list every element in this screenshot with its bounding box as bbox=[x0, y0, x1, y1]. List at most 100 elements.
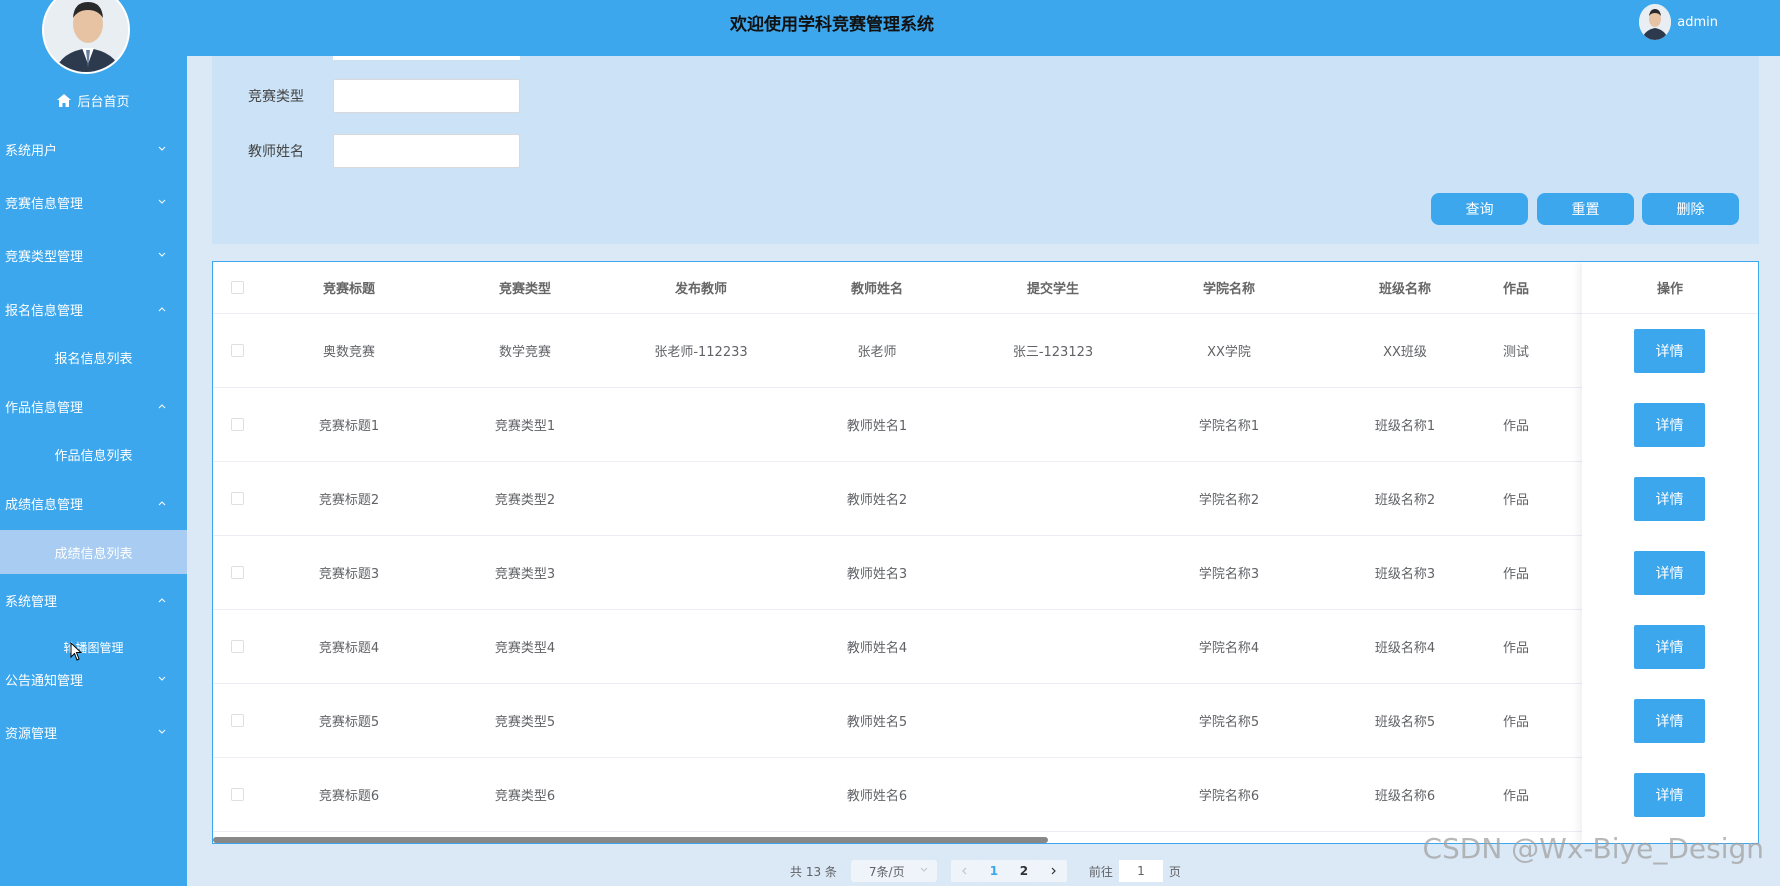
horizontal-scrollbar[interactable] bbox=[213, 837, 1048, 843]
next-page-button[interactable] bbox=[1038, 860, 1067, 882]
total-count: 共 13 条 bbox=[790, 864, 837, 879]
table-cell: XX班级 bbox=[1383, 345, 1427, 360]
submenu-carousel[interactable]: 轮播图管理 bbox=[0, 632, 187, 662]
top-header: 欢迎使用学科竞赛管理系统 admin bbox=[187, 0, 1780, 56]
menu-label: 系统管理 bbox=[5, 594, 58, 610]
detail-button[interactable]: 详情 bbox=[1634, 403, 1705, 447]
chevron-down-icon bbox=[157, 144, 167, 154]
chevron-down-icon bbox=[157, 727, 167, 737]
detail-button[interactable]: 详情 bbox=[1634, 329, 1705, 373]
menu-label: 报名信息管理 bbox=[5, 303, 84, 319]
submenu-works-list[interactable]: 作品信息列表 bbox=[0, 439, 187, 469]
table-cell: 测试 bbox=[1503, 345, 1530, 360]
table-cell: 竞赛类型5 bbox=[494, 715, 556, 730]
row-checkbox[interactable] bbox=[230, 492, 244, 505]
detail-button[interactable]: 详情 bbox=[1634, 625, 1705, 669]
row-checkbox[interactable] bbox=[230, 788, 244, 801]
menu-announcements[interactable]: 公告通知管理 bbox=[0, 664, 187, 694]
table-cell bbox=[965, 462, 1141, 535]
table-cell: 教师姓名4 bbox=[846, 641, 908, 656]
menu-scores[interactable]: 成绩信息管理 bbox=[0, 488, 187, 518]
row-checkbox[interactable] bbox=[230, 566, 244, 579]
chevron-up-icon bbox=[157, 595, 167, 605]
table-cell bbox=[613, 610, 789, 683]
table-row: 竞赛标题4 竞赛类型4 教师姓名4 学院名称4 班级名称4 作品 bbox=[213, 610, 1758, 684]
table-row: 竞赛标题6 竞赛类型6 教师姓名6 学院名称6 班级名称6 作品 bbox=[213, 758, 1758, 832]
header-cell[interactable]: 班级名称 bbox=[1317, 262, 1493, 313]
row-select-cell bbox=[213, 462, 261, 535]
table-row: 竞赛标题1 竞赛类型1 教师姓名1 学院名称1 班级名称1 作品 bbox=[213, 388, 1758, 462]
table-row: 竞赛标题2 竞赛类型2 教师姓名2 学院名称2 班级名称2 作品 bbox=[213, 462, 1758, 536]
table-cell: 竞赛标题6 bbox=[318, 789, 380, 804]
header-cell[interactable]: 学院名称 bbox=[1141, 262, 1317, 313]
table-cell: 作品 bbox=[1503, 567, 1530, 582]
delete-button[interactable]: 删除 bbox=[1642, 193, 1739, 225]
goto-page-input[interactable] bbox=[1118, 860, 1163, 882]
row-checkbox[interactable] bbox=[230, 714, 244, 727]
row-checkbox[interactable] bbox=[230, 640, 244, 653]
username: admin bbox=[1677, 14, 1718, 30]
competition-type-input[interactable] bbox=[333, 79, 520, 113]
menu-works[interactable]: 作品信息管理 bbox=[0, 391, 187, 421]
row-checkbox[interactable] bbox=[230, 344, 244, 357]
table-cell: 学院名称5 bbox=[1198, 715, 1260, 730]
detail-button[interactable]: 详情 bbox=[1634, 699, 1705, 743]
menu-label: 公告通知管理 bbox=[5, 673, 84, 689]
pagination: 共 13 条 7条/页 1 2 前往 页 bbox=[790, 860, 1181, 882]
detail-button[interactable]: 详情 bbox=[1634, 551, 1705, 595]
field-label: 竞赛类型 bbox=[248, 89, 304, 105]
page-number[interactable]: 1 bbox=[978, 860, 1009, 882]
menu-competition-info[interactable]: 竞赛信息管理 bbox=[0, 187, 187, 217]
table-cell: 作品 bbox=[1503, 789, 1530, 804]
sidebar-home-link[interactable]: 后台首页 bbox=[0, 88, 187, 112]
menu-system-management[interactable]: 系统管理 bbox=[0, 585, 187, 615]
header-cell[interactable]: 发布教师 bbox=[613, 262, 789, 313]
user-avatar bbox=[1639, 4, 1672, 40]
table-cell: 数学竞赛 bbox=[498, 345, 551, 360]
table-cell: 竞赛标题1 bbox=[318, 419, 380, 434]
table-cell: 竞赛类型4 bbox=[494, 641, 556, 656]
table-cell bbox=[965, 758, 1141, 831]
submenu-label: 作品信息列表 bbox=[54, 448, 133, 464]
submenu-registration-list[interactable]: 报名信息列表 bbox=[0, 342, 187, 372]
table-cell: XX学院 bbox=[1207, 345, 1251, 360]
table-cell: 作品 bbox=[1503, 493, 1530, 508]
table-cell: 竞赛标题2 bbox=[318, 493, 380, 508]
chevron-down-icon bbox=[157, 197, 167, 207]
table-cell bbox=[613, 388, 789, 461]
header-cell[interactable]: 竞赛类型 bbox=[437, 262, 613, 313]
menu-system-users[interactable]: 系统用户 bbox=[0, 134, 187, 164]
menu-competition-type[interactable]: 竞赛类型管理 bbox=[0, 240, 187, 270]
submenu-scores-list[interactable]: 成绩信息列表 bbox=[0, 530, 187, 574]
header-cell[interactable]: 教师姓名 bbox=[789, 262, 965, 313]
submenu-label: 成绩信息列表 bbox=[54, 546, 133, 562]
table-cell bbox=[965, 388, 1141, 461]
select-all-checkbox[interactable] bbox=[230, 281, 244, 294]
row-select-cell bbox=[213, 684, 261, 757]
teacher-name-input[interactable] bbox=[333, 134, 520, 168]
menu-resources[interactable]: 资源管理 bbox=[0, 717, 187, 747]
table-cell: 竞赛类型6 bbox=[494, 789, 556, 804]
watermark: CSDN @Wx-Biye_Design bbox=[1422, 832, 1764, 865]
page-size-select[interactable]: 7条/页 bbox=[850, 860, 937, 882]
header-cell[interactable]: 提交学生 bbox=[965, 262, 1141, 313]
chevron-left-icon bbox=[962, 867, 967, 875]
menu-registration[interactable]: 报名信息管理 bbox=[0, 294, 187, 324]
header-cell[interactable]: 竞赛标题 bbox=[261, 262, 437, 313]
prev-page-button[interactable] bbox=[950, 860, 979, 882]
table-row: 竞赛标题3 竞赛类型3 教师姓名3 学院名称3 班级名称3 作品 bbox=[213, 536, 1758, 610]
table-row: 竞赛标题5 竞赛类型5 教师姓名5 学院名称5 班级名称5 作品 bbox=[213, 684, 1758, 758]
user-menu[interactable]: admin bbox=[1639, 2, 1718, 42]
chevron-right-icon bbox=[1051, 867, 1056, 875]
table-cell bbox=[613, 536, 789, 609]
header-cell[interactable]: 作品 bbox=[1493, 262, 1543, 313]
field-teacher-name: 教师姓名 bbox=[248, 134, 520, 168]
row-checkbox[interactable] bbox=[230, 418, 244, 431]
page-number[interactable]: 2 bbox=[1008, 860, 1039, 882]
reset-button[interactable]: 重置 bbox=[1537, 193, 1634, 225]
table-cell: 竞赛类型3 bbox=[494, 567, 556, 582]
detail-button[interactable]: 详情 bbox=[1634, 477, 1705, 521]
select-all-cell bbox=[213, 262, 261, 313]
query-button[interactable]: 查询 bbox=[1431, 193, 1528, 225]
detail-button[interactable]: 详情 bbox=[1634, 773, 1705, 817]
